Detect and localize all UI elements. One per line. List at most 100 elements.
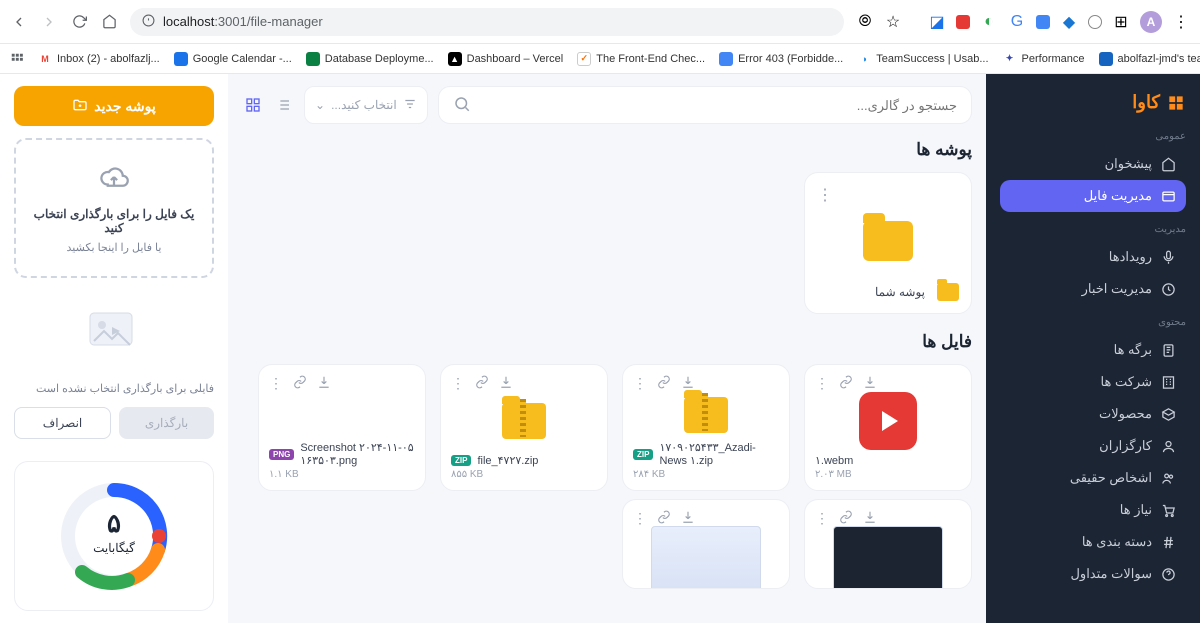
bookmark-item[interactable]: abolfazl-jmd's team: [1099, 52, 1200, 66]
kebab-icon[interactable]: ⋮: [815, 510, 829, 527]
sidebar-item-products[interactable]: محصولات: [1000, 398, 1186, 430]
sidebar-item-persons[interactable]: اشخاص حقیقی: [1000, 462, 1186, 494]
sidebar-section-general: عمومی: [1000, 131, 1186, 142]
sidebar-item-workers[interactable]: کارگزاران: [1000, 430, 1186, 462]
ext-icon[interactable]: ◪: [928, 13, 946, 31]
list-view-icon[interactable]: [272, 94, 294, 116]
file-card[interactable]: ⋮ ZIP۱۷۰۹۰۲۵۴۳۳_Azadi-News ۱.zip ۲۸۴ KB: [622, 364, 790, 491]
sidebar-item-companies[interactable]: شرکت ها: [1000, 366, 1186, 398]
bookmark-item[interactable]: Error 403 (Forbidde...: [719, 52, 843, 66]
link-icon[interactable]: [657, 375, 671, 392]
download-icon[interactable]: [317, 375, 331, 392]
search-input[interactable]: [481, 98, 957, 113]
sidebar-item-needs[interactable]: نیاز ها: [1000, 494, 1186, 526]
nav-reload-icon[interactable]: [70, 13, 88, 31]
sidebar-item-pages[interactable]: برگه ها: [1000, 334, 1186, 366]
puzzle-icon[interactable]: ⊞: [1112, 13, 1130, 31]
kebab-icon[interactable]: ⋮: [817, 185, 833, 205]
folder-small-icon: [937, 283, 959, 301]
bookmarks-bar: MInbox (2) - abolfazlj... Google Calenda…: [0, 44, 1200, 74]
site-info-icon[interactable]: [142, 14, 155, 30]
ext-icon[interactable]: [1036, 15, 1050, 29]
upload-button[interactable]: بارگذاری: [119, 407, 214, 439]
ext-icon[interactable]: G: [1008, 13, 1026, 31]
upload-dropzone[interactable]: یک فایل را برای بارگذاری انتخاب کنید یا …: [14, 138, 214, 278]
bookmark-item[interactable]: Database Deployme...: [306, 52, 434, 66]
preview-placeholder: [14, 290, 214, 370]
kebab-icon[interactable]: ⋮: [269, 375, 283, 392]
view-toggle: [242, 94, 294, 116]
nav-home-icon[interactable]: [100, 13, 118, 31]
files-title: فایل ها: [242, 332, 972, 352]
new-folder-button[interactable]: پوشه جدید: [14, 86, 214, 126]
chrome-extension-row: ⦾ ☆ ◪ ◐ G ◆ ⊞ A ⋮: [856, 11, 1190, 33]
sidebar-item-events[interactable]: رویدادها: [1000, 241, 1186, 273]
ext-icon[interactable]: [1088, 15, 1102, 29]
quota-card: ۵ گیگابایت: [14, 461, 214, 611]
folder-card[interactable]: ⋮ پوشه شما: [804, 172, 972, 314]
file-card[interactable]: ⋮ ۱.webm ۲.۰۳ MB: [804, 364, 972, 491]
sidebar-item-categories[interactable]: دسته بندی ها: [1000, 526, 1186, 558]
download-icon[interactable]: [863, 375, 877, 392]
image-thumb: [833, 526, 943, 589]
sidebar-item-faq[interactable]: سوالات متداول: [1000, 558, 1186, 590]
cancel-button[interactable]: انصراف: [14, 407, 111, 439]
files-grid: ⋮ ۱.webm ۲.۰۳ MB ⋮ ZIP۱۷۰۹۰۲۵۴۳۳_Azadi-N…: [242, 364, 972, 491]
url-host: localhost: [163, 14, 214, 29]
dropzone-title: یک فایل را برای بارگذاری انتخاب کنید: [28, 207, 200, 235]
file-card[interactable]: ⋮ ZIPfile_۴۷۲۷.zip ۸۵۵ KB: [440, 364, 608, 491]
sidebar-item-dashboard[interactable]: پیشخوان: [1000, 148, 1186, 180]
star-icon[interactable]: ☆: [884, 13, 902, 31]
link-icon[interactable]: [839, 510, 853, 527]
user-icon: [1160, 438, 1176, 454]
kebab-icon[interactable]: ⋮: [1172, 13, 1190, 31]
download-icon[interactable]: [499, 375, 513, 392]
search-bar[interactable]: [438, 86, 972, 124]
sidebar-item-news[interactable]: مدیریت اخبار: [1000, 273, 1186, 305]
link-icon[interactable]: [293, 375, 307, 392]
main-content: انتخاب کنید... ⌄ پوشه ها ⋮ پوشه شما فایل…: [228, 74, 986, 623]
browser-chrome: localhost:3001/file-manager ⦾ ☆ ◪ ◐ G ◆ …: [0, 0, 1200, 44]
nav-forward-icon[interactable]: [40, 13, 58, 31]
grid-view-icon[interactable]: [242, 94, 264, 116]
file-card[interactable]: ⋮: [804, 499, 972, 589]
profile-avatar[interactable]: A: [1140, 11, 1162, 33]
kebab-icon[interactable]: ⋮: [633, 510, 647, 527]
bookmark-item[interactable]: ◑TeamSuccess | Usab...: [857, 52, 988, 66]
files-grid-row2: ⋮ ⋮: [242, 499, 972, 589]
url-bar[interactable]: localhost:3001/file-manager: [130, 8, 844, 36]
apps-icon[interactable]: [10, 52, 24, 66]
filter-select[interactable]: انتخاب کنید... ⌄: [304, 86, 428, 124]
sidebar-section-content: محتوی: [1000, 317, 1186, 328]
filter-icon: [403, 97, 417, 114]
upload-panel: پوشه جدید یک فایل را برای بارگذاری انتخا…: [0, 74, 228, 623]
download-icon[interactable]: [681, 510, 695, 527]
hash-icon: [1160, 534, 1176, 550]
search-icon: [453, 95, 471, 116]
nav-back-icon[interactable]: [10, 13, 28, 31]
bookmark-item[interactable]: ✦Performance: [1003, 52, 1085, 66]
bookmark-item[interactable]: ▲Dashboard – Vercel: [448, 52, 564, 66]
ext-icon[interactable]: ◆: [1060, 13, 1078, 31]
link-icon[interactable]: [657, 510, 671, 527]
toolbar: انتخاب کنید... ⌄: [242, 86, 972, 124]
file-card[interactable]: ⋮: [622, 499, 790, 589]
ext-icon[interactable]: [956, 15, 970, 29]
folder-icon: [863, 221, 913, 261]
sidebar-item-filemanager[interactable]: مدیریت فایل: [1000, 180, 1186, 212]
kebab-icon[interactable]: ⋮: [633, 375, 647, 392]
bookmark-item[interactable]: ✓The Front-End Chec...: [577, 52, 705, 66]
link-icon[interactable]: [475, 375, 489, 392]
ext-icon[interactable]: ◐: [980, 13, 998, 31]
link-icon[interactable]: [839, 375, 853, 392]
home-icon: [1160, 156, 1176, 172]
box-icon: [1160, 406, 1176, 422]
download-icon[interactable]: [863, 510, 877, 527]
file-card[interactable]: ⋮ PNGScreenshot ۲۰۲۴-۱۱-۰۵ ۱۶۳۵۰۳.png ۱.…: [258, 364, 426, 491]
kebab-icon[interactable]: ⋮: [451, 375, 465, 392]
kebab-icon[interactable]: ⋮: [815, 375, 829, 392]
bookmark-item[interactable]: Google Calendar -...: [174, 52, 292, 66]
bookmark-item[interactable]: MInbox (2) - abolfazlj...: [38, 52, 160, 66]
translate-icon[interactable]: ⦾: [856, 13, 874, 31]
question-icon: [1160, 566, 1176, 582]
